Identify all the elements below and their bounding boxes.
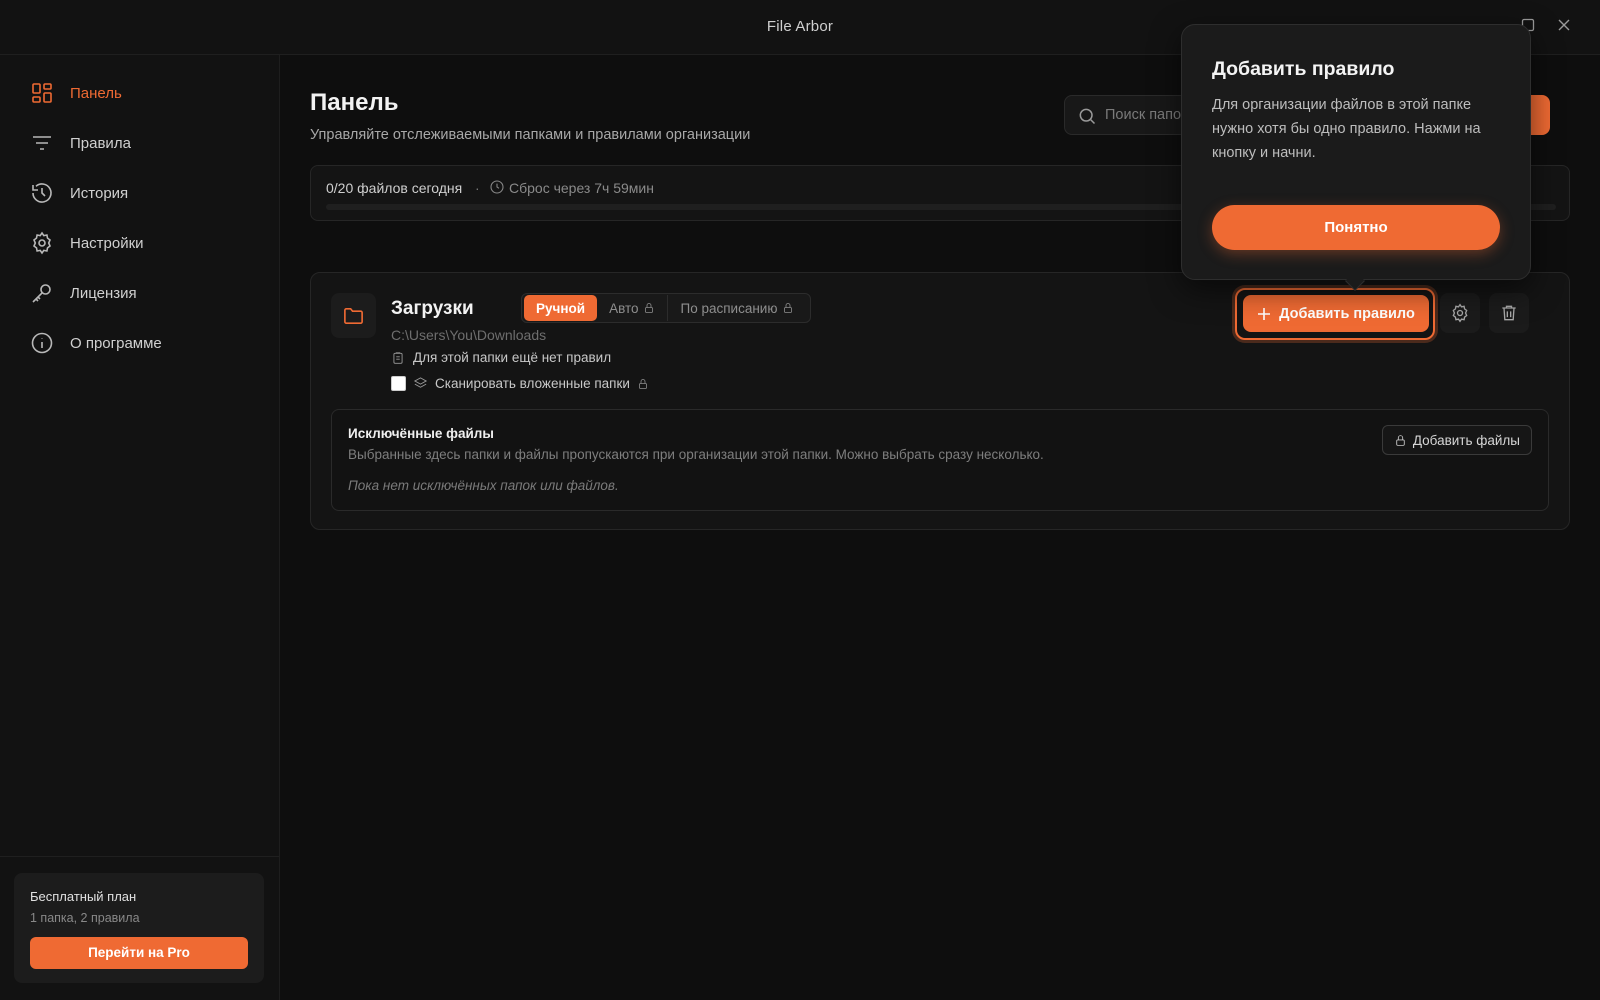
excluded-description: Выбранные здесь папки и файлы пропускают… (348, 447, 1044, 462)
sidebar-item-label: История (70, 184, 129, 202)
trash-icon (1502, 305, 1516, 321)
popover-body: Для организации файлов в этой папке нужн… (1212, 97, 1481, 161)
folder-path: C:\Users\You\Downloads (391, 327, 547, 343)
key-icon (32, 284, 51, 303)
clipboard-icon (393, 351, 403, 364)
separator-dot: · (475, 180, 480, 196)
dashboard-icon (32, 83, 52, 103)
sidebar: Панель Правила История Настройки Лицензи… (0, 55, 280, 1000)
history-icon (32, 183, 52, 203)
sidebar-divider (0, 856, 279, 857)
scan-subfolders-label: Сканировать вложенные папки (435, 376, 630, 391)
add-files-button[interactable]: Добавить файлы (1381, 425, 1532, 455)
sidebar-item-label: О программе (70, 334, 162, 352)
sidebar-item-label: Лицензия (70, 284, 137, 302)
sidebar-item-label: Настройки (70, 234, 144, 252)
plan-title: Бесплатный план (30, 889, 137, 904)
sidebar-item-label: Правила (70, 134, 131, 152)
folder-settings-button[interactable] (1440, 293, 1480, 333)
add-files-label: Добавить файлы (1412, 432, 1520, 448)
no-rules-note: Для этой папки ещё нет правил (391, 350, 611, 365)
excluded-files-panel: Исключённые файлы Выбранные здесь папки … (331, 409, 1549, 511)
lock-icon (784, 303, 793, 313)
sidebar-item-history[interactable]: История (30, 178, 128, 208)
page-title: Панель (310, 89, 399, 116)
no-rules-text: Для этой папки ещё нет правил (413, 350, 612, 365)
plan-usage: 1 папка, 2 правила (30, 911, 140, 925)
popover-ok-button[interactable]: Понятно (1212, 205, 1500, 250)
search-icon (1079, 108, 1096, 125)
filter-icon (33, 136, 51, 150)
delete-folder-button[interactable] (1489, 293, 1529, 333)
files-today-count: 0/20 файлов сегодня (326, 180, 463, 196)
mode-label: Ручной (536, 300, 586, 316)
close-icon[interactable] (1554, 18, 1574, 38)
scan-subfolders-option: Сканировать вложенные папки (391, 376, 649, 391)
layers-icon (413, 377, 428, 388)
scan-subfolders-checkbox[interactable] (391, 376, 406, 391)
plus-icon (1258, 307, 1271, 320)
sidebar-item-about[interactable]: О программе (30, 328, 162, 358)
mode-auto-tab[interactable]: Авто (597, 295, 669, 321)
page-subtitle: Управляйте отслеживаемыми папками и прав… (310, 127, 751, 143)
folder-name: Загрузки (391, 298, 474, 319)
lock-icon (1396, 434, 1405, 446)
add-rule-label: Добавить правило (1279, 305, 1415, 322)
folder-icon-box (331, 293, 376, 338)
mode-schedule-tab[interactable]: По расписанию (668, 295, 806, 321)
mode-selector: Ручной Авто По расписанию (521, 293, 811, 323)
folder-card: Загрузки Ручной Авто По расписанию C:\Us… (310, 272, 1570, 530)
mode-label: По расписанию (680, 300, 778, 316)
sidebar-item-license[interactable]: Лицензия (30, 278, 137, 308)
add-rule-button[interactable]: Добавить правило (1243, 295, 1429, 332)
plan-card: Бесплатный план 1 папка, 2 правила Перей… (14, 873, 264, 983)
gear-icon (1452, 303, 1468, 323)
mode-label: Авто (609, 300, 639, 316)
info-icon (31, 332, 53, 354)
lock-icon (645, 303, 654, 313)
popover-title: Добавить правило (1212, 58, 1395, 80)
lock-icon (639, 378, 647, 389)
mode-manual-tab[interactable]: Ручной (524, 295, 598, 321)
onboarding-popover: Добавить правило Для организации файлов … (1181, 24, 1531, 291)
excluded-empty-text: Пока нет исключённых папок или файлов. (348, 478, 619, 493)
sidebar-item-dashboard[interactable]: Панель (30, 78, 122, 108)
sidebar-item-settings[interactable]: Настройки (30, 228, 144, 258)
folder-icon (344, 307, 363, 324)
gear-icon (33, 231, 51, 255)
sidebar-item-label: Панель (70, 84, 122, 102)
upgrade-button[interactable]: Перейти на Pro (30, 937, 248, 969)
excluded-title: Исключённые файлы (348, 426, 494, 441)
sidebar-item-rules[interactable]: Правила (30, 128, 131, 158)
reset-timer: Сброс через 7ч 59мин (509, 180, 654, 196)
search-placeholder: Поиск папо (1105, 107, 1182, 123)
clock-icon (490, 180, 504, 194)
